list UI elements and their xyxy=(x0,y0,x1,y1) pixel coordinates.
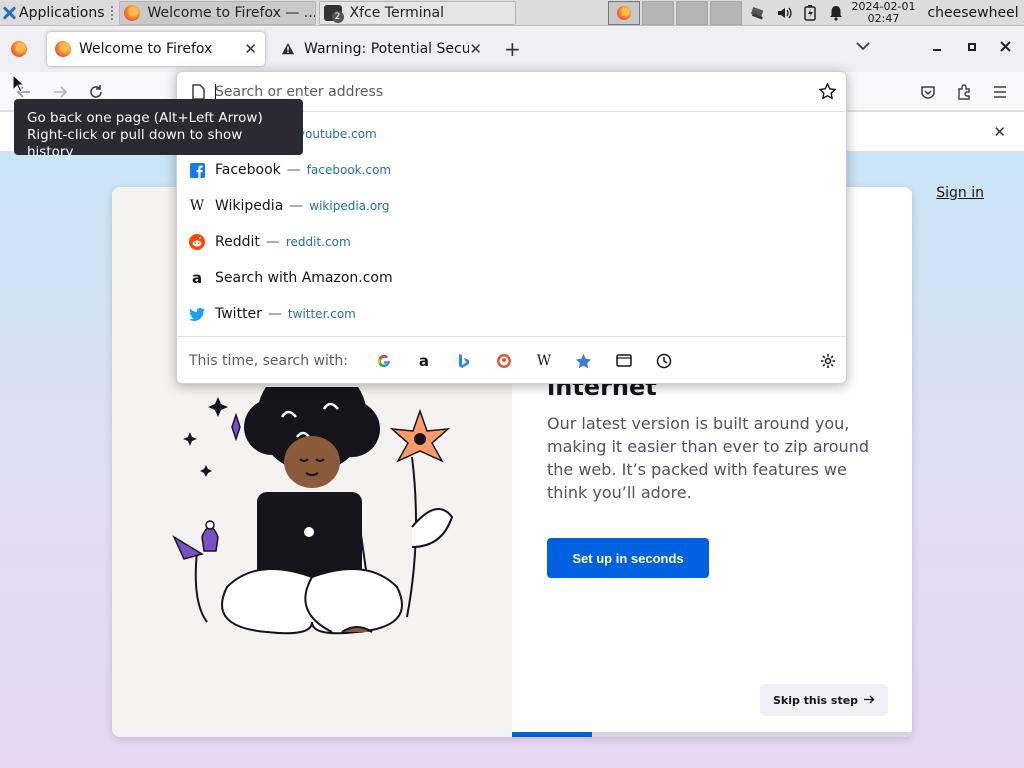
duckduckgo-icon[interactable] xyxy=(484,349,524,373)
suggestion-title: Search with Amazon.com xyxy=(215,270,393,286)
welcome-description: Our latest version is built around you, … xyxy=(547,414,869,502)
onboarding-progress-bar xyxy=(512,732,912,737)
firefox-icon xyxy=(123,4,140,21)
history-icon[interactable] xyxy=(644,349,684,373)
suggestion-url: twitter.com xyxy=(287,307,356,321)
battery-icon[interactable] xyxy=(802,4,818,21)
warning-icon xyxy=(280,41,296,57)
taskbar-item-label: Welcome to Firefox — ... xyxy=(147,4,316,21)
amazon-icon: a xyxy=(191,269,203,287)
close-tab-icon[interactable]: ✕ xyxy=(469,40,482,58)
suggestion-url: facebook.com xyxy=(306,163,392,177)
suggestion-url: wikipedia.org xyxy=(309,199,390,213)
panel-separator xyxy=(110,5,117,20)
suggestion-title: Twitter xyxy=(215,306,262,322)
suggestion-reddit[interactable]: Reddit — reddit.com xyxy=(177,224,846,260)
firefox-icon xyxy=(55,41,71,57)
tab-strip: Welcome to Firefox ✕ Warning: Potential … xyxy=(0,26,1024,72)
taskbar-item-terminal[interactable]: 2 Xfce Terminal xyxy=(318,0,516,25)
arrow-right-icon xyxy=(864,694,875,707)
onboarding-progress-fill xyxy=(512,732,592,737)
facebook-icon xyxy=(189,162,205,178)
workspace-4[interactable] xyxy=(709,0,742,25)
reddit-icon xyxy=(189,234,205,250)
suggestion-title: Reddit xyxy=(215,234,260,250)
close-window-icon[interactable] xyxy=(1000,40,1011,56)
tab-title: Warning: Potential Security Risk Ahead xyxy=(304,41,470,57)
tab-warning[interactable]: Warning: Potential Security Risk Ahead ✕ xyxy=(272,32,490,66)
suggestion-separator: — xyxy=(267,306,282,322)
firefox-view-icon[interactable] xyxy=(11,41,27,57)
xfce-logo-icon xyxy=(2,6,16,20)
applications-menu-button[interactable]: Applications xyxy=(0,1,109,25)
bookmark-star-icon[interactable] xyxy=(818,82,837,103)
back-button-tooltip: Go back one page (Alt+Left Arrow) Right-… xyxy=(14,99,303,160)
suggestion-amazon[interactable]: a Search with Amazon.com xyxy=(177,260,846,296)
bing-icon[interactable] xyxy=(444,349,484,373)
suggestion-url: youtube.com xyxy=(297,127,377,141)
clock-date: 2024-02-01 xyxy=(851,0,916,13)
pocket-icon[interactable] xyxy=(918,82,938,102)
minimize-window-icon[interactable] xyxy=(932,40,942,56)
maximize-window-icon[interactable] xyxy=(967,40,977,56)
close-tab-icon[interactable]: ✕ xyxy=(244,40,257,58)
suggestion-separator: — xyxy=(265,234,280,250)
list-all-tabs-chevron-icon[interactable] xyxy=(856,40,870,55)
applications-label: Applications xyxy=(19,4,105,21)
woman-with-laptop-illustration xyxy=(172,387,454,635)
one-off-search-bar: This time, search with: a W xyxy=(177,336,846,384)
network-icon[interactable] xyxy=(750,5,766,21)
workspace-1[interactable] xyxy=(607,0,640,25)
taskbar-item-label: Xfce Terminal xyxy=(349,4,444,21)
user-menu[interactable]: cheesewheel xyxy=(927,5,1018,21)
new-tab-plus-icon[interactable]: + xyxy=(504,39,521,59)
firefox-icon xyxy=(616,5,631,20)
terminal-icon: 2 xyxy=(323,4,344,23)
suggestion-separator: — xyxy=(289,198,304,214)
suggestion-wikipedia[interactable]: W Wikipedia — wikipedia.org xyxy=(177,188,846,224)
skip-step-label: Skip this step xyxy=(772,693,859,707)
google-icon[interactable] xyxy=(364,349,404,373)
suggestion-twitter[interactable]: Twitter — twitter.com xyxy=(177,296,846,332)
sign-in-link[interactable]: Sign in xyxy=(936,185,984,201)
clock-time: 02:47 xyxy=(867,11,900,25)
tab-title: Welcome to Firefox xyxy=(79,41,213,57)
twitter-icon xyxy=(189,306,205,322)
extensions-icon[interactable] xyxy=(954,82,974,102)
tab-welcome[interactable]: Welcome to Firefox ✕ xyxy=(47,32,265,66)
system-tray xyxy=(750,4,844,21)
taskbar-item-firefox[interactable]: Welcome to Firefox — ... xyxy=(118,0,316,25)
notification-bell-icon[interactable] xyxy=(828,5,844,21)
urlbar-input[interactable] xyxy=(215,80,805,104)
suggestion-separator: — xyxy=(286,162,301,178)
wikipedia-icon: W xyxy=(189,198,205,214)
mouse-pointer-icon xyxy=(12,74,24,93)
volume-icon[interactable] xyxy=(776,5,792,21)
bookmarks-icon[interactable] xyxy=(564,349,604,373)
wikipedia-icon[interactable]: W xyxy=(524,349,564,373)
workspace-switcher xyxy=(607,0,742,25)
xfce-panel: Applications Welcome to Firefox — ... 2 … xyxy=(0,0,1024,26)
panel-clock[interactable]: 2024-02-01 02:47 xyxy=(851,0,916,25)
suggestion-title: Facebook xyxy=(215,162,281,178)
workspace-3[interactable] xyxy=(675,0,708,25)
suggestion-url: reddit.com xyxy=(285,235,351,249)
suggestion-title: Wikipedia xyxy=(215,198,284,214)
amazon-icon[interactable]: a xyxy=(404,349,444,373)
set-up-button[interactable]: Set up in seconds xyxy=(547,538,709,578)
close-notification-icon[interactable]: ✕ xyxy=(993,123,1006,141)
tabs-icon[interactable] xyxy=(604,349,644,373)
tooltip-line-1: Go back one page (Alt+Left Arrow) xyxy=(27,110,263,126)
app-menu-hamburger-icon[interactable] xyxy=(990,82,1010,102)
workspace-2[interactable] xyxy=(641,0,674,25)
skip-step-button[interactable]: Skip this step xyxy=(760,684,888,716)
search-with-label: This time, search with: xyxy=(189,352,348,369)
tooltip-line-2: Right-click or pull down to show history xyxy=(27,127,243,160)
search-settings-gear-icon[interactable] xyxy=(820,353,836,373)
window-count-badge: 2 xyxy=(331,10,344,23)
